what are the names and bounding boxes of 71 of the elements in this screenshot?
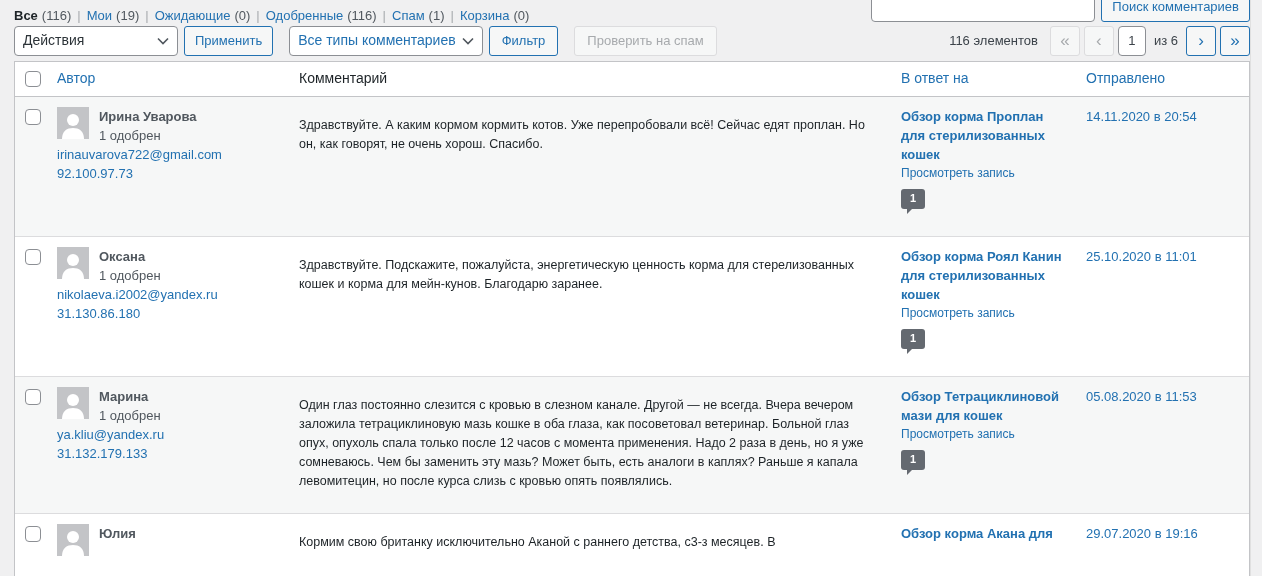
- row-checkbox[interactable]: [25, 525, 41, 542]
- post-link[interactable]: Обзор корма Роял Канин для стерилизованных кошек: [901, 246, 1068, 304]
- author-ip[interactable]: 92.100.97.73: [57, 163, 133, 183]
- separator: |: [450, 7, 454, 25]
- page-button[interactable]: ›: [1186, 25, 1216, 56]
- approved-count: 1 одобрен: [99, 406, 161, 425]
- apply-button[interactable]: Применить: [184, 25, 274, 56]
- column-header: Комментарий: [299, 70, 388, 86]
- author-email[interactable]: nikolaeva.i2002@yandex.ru: [57, 284, 218, 304]
- author-name: Марина: [99, 387, 150, 406]
- status-link[interactable]: Ожидающие: [154, 6, 231, 26]
- view-post-link[interactable]: Просмотреть запись: [901, 163, 1015, 183]
- filter-button[interactable]: Фильтр: [488, 25, 559, 56]
- row-checkbox[interactable]: [25, 248, 41, 265]
- page-button[interactable]: »: [1220, 25, 1250, 56]
- author-email[interactable]: ya.kliu@yandex.ru: [57, 424, 165, 444]
- post-link[interactable]: Обзор Тетрациклиновой мази для кошек: [901, 386, 1068, 425]
- row-checkbox[interactable]: [25, 388, 41, 405]
- author-ip[interactable]: 31.130.86.180: [57, 303, 141, 323]
- search-field[interactable]: [871, 0, 1096, 22]
- status-count: (1): [428, 7, 445, 25]
- status-count: (116): [41, 7, 72, 25]
- item-count: 116 элементов: [949, 31, 1038, 50]
- avatar-icon: [57, 106, 89, 139]
- column-header[interactable]: Автор: [57, 70, 96, 86]
- author-name: Оксана: [99, 247, 147, 266]
- status-link[interactable]: Одобренные: [265, 6, 344, 26]
- avatar-icon: [57, 246, 89, 279]
- submitted-date[interactable]: 05.08.2020 в 11:53: [1086, 388, 1197, 404]
- comment-text: Здравствуйте. Подскажите, пожалуйста, энергетическую ценность корма для стерелизованных кошек и корма для мейн-кунов. Благодарю заранее.: [299, 256, 855, 293]
- separator: |: [256, 7, 260, 25]
- avatar-icon: [57, 386, 89, 419]
- status-count: (19): [116, 7, 140, 25]
- submitted-date[interactable]: 14.11.2020 в 20:54: [1086, 108, 1197, 124]
- approved-count: 1 одобрен: [99, 126, 162, 145]
- select-all-checkbox[interactable]: [25, 70, 41, 87]
- submitted-date[interactable]: 29.07.2020 в 19:16: [1086, 525, 1198, 541]
- author-name: Ирина Уварова: [99, 107, 197, 126]
- author-name: Юлия: [99, 524, 136, 543]
- row-checkbox[interactable]: [25, 108, 41, 125]
- view-post-link[interactable]: Просмотреть запись: [901, 424, 1015, 444]
- post-link[interactable]: Обзор корма Проплан для стерилизованных кошек: [901, 106, 1068, 164]
- submitted-date[interactable]: 25.10.2020 в 11:01: [1086, 248, 1197, 264]
- search-button[interactable]: Поиск комментариев: [1101, 0, 1250, 22]
- chevron-down-icon: [157, 36, 169, 45]
- page-total: из 6: [1153, 31, 1178, 50]
- comment-text: Здравствуйте. А каким кормом кормить котов. Уже перепробовали всё! Сейчас едят проплан. Но он, как говорят, не очень хорош. Спасибо.: [299, 116, 866, 153]
- separator: |: [382, 7, 386, 25]
- comment-text: Один глаз постоянно слезится с кровью в слезном канале. Другой — не всегда. Вчера вечером заложила тетрациклиновую мазь кошке в оба глаза, как посоветовал ветеринар. Больной глаз опух, опухоль спала только после 12 часов с момента применения. Надо 2 раза в день, но я уже сомневаюсь. Чем бы заменить эту мазь? Может быть, есть аналоги в каплях? Раньше я капала левомитецин, но после курса слизь с кровью опять появлялись.: [299, 396, 865, 490]
- approved-count: 1 одобрен: [99, 266, 161, 285]
- status-link[interactable]: Корзина: [459, 6, 510, 26]
- view-post-link[interactable]: Просмотреть запись: [901, 303, 1015, 323]
- post-link[interactable]: Обзор корма Акана для: [901, 523, 1053, 543]
- author-ip[interactable]: 31.132.179.133: [57, 443, 148, 463]
- status-count: (0): [513, 7, 530, 25]
- separator: |: [145, 7, 149, 25]
- status-link[interactable]: Спам: [392, 6, 425, 26]
- status-count: (116): [347, 7, 377, 25]
- comment-type-select[interactable]: Все типы комментариев: [289, 25, 483, 56]
- column-header[interactable]: В ответ на: [901, 70, 969, 86]
- comment-text: Кормим свою британку исключительно Аканой с раннего детства, с3-з месяцев. В: [299, 533, 777, 551]
- avatar-icon: [57, 523, 89, 556]
- separator: |: [77, 7, 81, 25]
- status-link[interactable]: Все: [14, 6, 38, 26]
- status-count: (0): [234, 7, 251, 25]
- page-field[interactable]: 1: [1117, 25, 1146, 56]
- author-email[interactable]: irinauvarova722@gmail.com: [57, 144, 222, 164]
- chevron-down-icon: [461, 36, 474, 45]
- column-header[interactable]: Отправлено: [1086, 70, 1166, 86]
- status-link[interactable]: Мои: [86, 6, 113, 26]
- bulk-action-select[interactable]: Действия: [14, 25, 178, 56]
